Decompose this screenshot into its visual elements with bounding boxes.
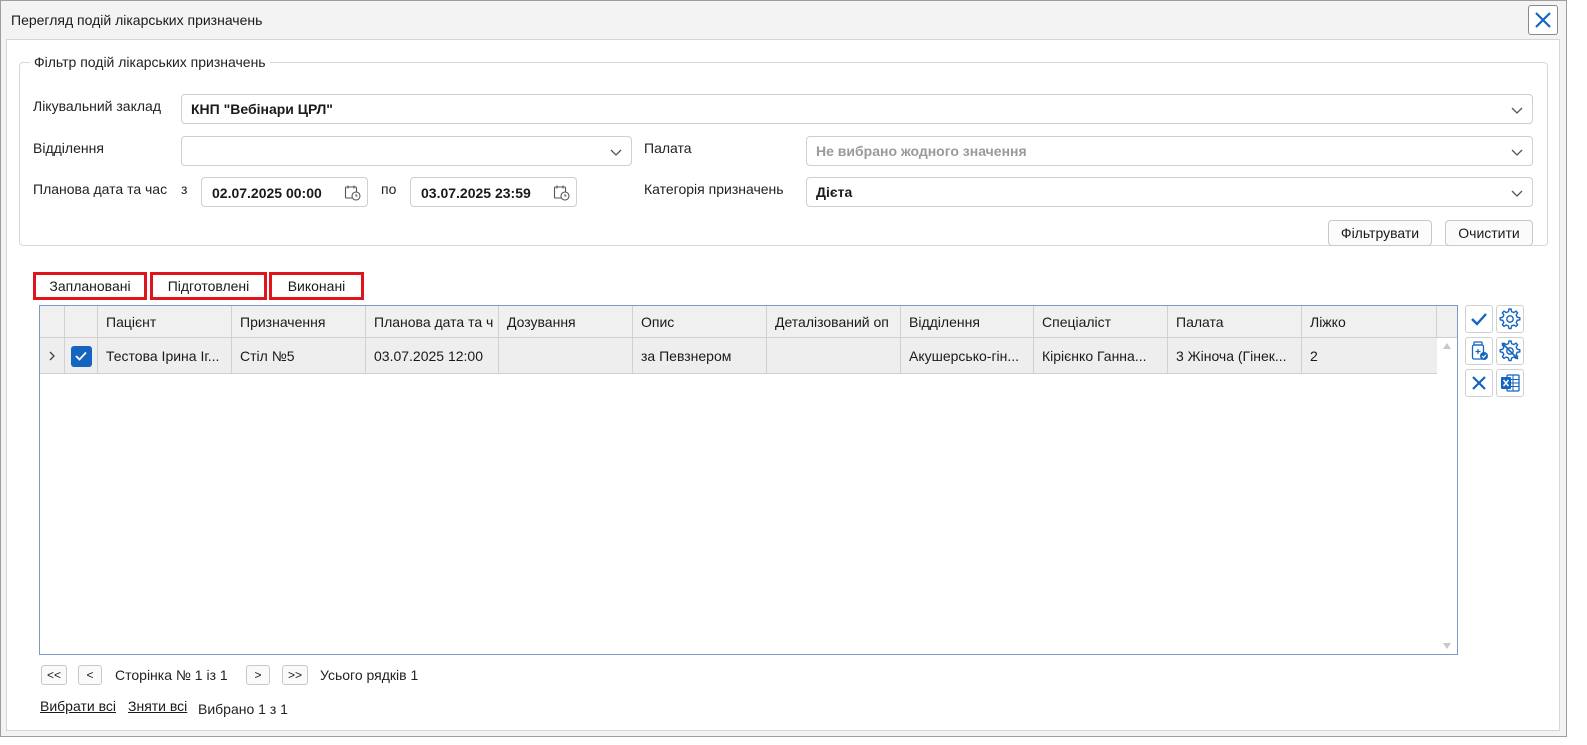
check-column-header <box>65 306 98 338</box>
date-from-input[interactable]: 02.07.2025 00:00 <box>201 177 368 207</box>
dialog-content: Фільтр подій лікарських призначень Лікув… <box>6 39 1560 731</box>
department-label: Відділення <box>33 140 104 156</box>
column-header[interactable]: Палата <box>1168 306 1302 338</box>
ward-label: Палата <box>644 140 692 156</box>
table-cell <box>499 338 633 374</box>
date-to-label: по <box>381 181 397 197</box>
expand-row-toggle[interactable] <box>40 338 65 374</box>
close-icon <box>1535 12 1551 28</box>
table-cell: Стіл №5 <box>232 338 366 374</box>
table-cell: Акушерсько-гін... <box>901 338 1034 374</box>
calendar-clock-icon[interactable] <box>553 184 570 201</box>
column-header[interactable]: Дозування <box>499 306 633 338</box>
scroll-header-spacer <box>1437 306 1457 338</box>
close-button[interactable] <box>1528 5 1558 35</box>
column-header[interactable]: Ліжко <box>1302 306 1437 338</box>
events-grid: Пацієнт Призначення Планова дата та ч До… <box>39 305 1458 655</box>
date-from-label: з <box>181 181 188 197</box>
select-all-link[interactable]: Вибрати всі <box>40 698 116 714</box>
chevron-right-icon <box>49 351 55 361</box>
date-from-value: 02.07.2025 00:00 <box>212 185 322 201</box>
expand-column-header <box>40 306 65 338</box>
title-bar: Перегляд подій лікарських призначень <box>1 1 1566 39</box>
scroll-up-icon[interactable] <box>1442 342 1452 350</box>
filter-group: Фільтр подій лікарських призначень Лікув… <box>19 54 1548 246</box>
tab-planned[interactable]: Заплановані <box>33 272 147 300</box>
column-header[interactable]: Спеціаліст <box>1034 306 1168 338</box>
table-cell: 2 <box>1310 348 1318 364</box>
last-page-button[interactable]: >> <box>282 665 308 685</box>
table-cell: за Певзнером <box>633 338 767 374</box>
chevron-down-icon <box>1511 149 1523 156</box>
medicine-bottle-icon <box>1471 341 1488 360</box>
calendar-clock-icon[interactable] <box>344 184 361 201</box>
prev-page-button[interactable]: < <box>78 665 102 685</box>
checkmark-icon <box>75 351 87 361</box>
category-value: Дієта <box>816 184 853 200</box>
excel-icon <box>1501 374 1520 392</box>
checkmark-icon <box>1471 313 1487 326</box>
row-checkbox-cell <box>65 338 98 374</box>
column-header[interactable]: Планова дата та ч <box>366 306 499 338</box>
vertical-scrollbar[interactable] <box>1437 338 1457 654</box>
table-cell: Тестова Ірина Іг... <box>98 338 232 374</box>
deselect-all-link[interactable]: Зняти всі <box>128 698 187 714</box>
chevron-down-icon <box>1511 190 1523 197</box>
gear-cancel-icon <box>1499 340 1521 362</box>
gear-icon <box>1499 308 1521 330</box>
dialog-window: Перегляд подій лікарських призначень Філ… <box>0 0 1567 737</box>
selected-count-text: Вибрано 1 з 1 <box>198 701 288 717</box>
scroll-down-icon[interactable] <box>1442 642 1452 650</box>
confirm-button[interactable] <box>1465 305 1493 333</box>
total-rows-text: Усього рядків 1 <box>320 667 419 683</box>
facility-label: Лікувальний заклад <box>33 98 161 114</box>
table-cell: Кірієнко Ганна... <box>1034 338 1168 374</box>
export-excel-button[interactable] <box>1496 369 1524 397</box>
table-cell: 03.07.2025 12:00 <box>366 338 499 374</box>
table-row[interactable]: Тестова Ірина Іг... Стіл №5 03.07.2025 1… <box>40 338 1437 374</box>
next-page-button[interactable]: > <box>246 665 270 685</box>
ward-placeholder: Не вибрано жодного значення <box>816 143 1027 159</box>
column-header[interactable]: Відділення <box>901 306 1034 338</box>
ward-select[interactable]: Не вибрано жодного значення <box>806 136 1533 166</box>
grid-header: Пацієнт Призначення Планова дата та ч До… <box>40 306 1457 338</box>
table-cell: 3 Жіноча (Гінек... <box>1168 338 1302 374</box>
first-page-button[interactable]: << <box>41 665 67 685</box>
category-select[interactable]: Дієта <box>806 177 1533 207</box>
clear-button[interactable]: Очистити <box>1445 220 1533 246</box>
facility-value: КНП "Вебінари ЦРЛ" <box>191 101 333 117</box>
tab-prepared[interactable]: Підготовлені <box>150 272 267 300</box>
column-header[interactable]: Пацієнт <box>98 306 232 338</box>
date-to-value: 03.07.2025 23:59 <box>421 185 531 201</box>
tab-completed[interactable]: Виконані <box>269 272 364 300</box>
close-icon <box>1472 376 1486 390</box>
page-indicator: Сторінка № 1 із 1 <box>115 667 228 683</box>
department-select[interactable] <box>181 136 632 166</box>
filter-legend: Фільтр подій лікарських призначень <box>34 54 266 70</box>
chevron-down-icon <box>1511 107 1523 114</box>
date-label: Планова дата та час <box>33 181 168 197</box>
table-cell <box>767 338 901 374</box>
cancel-button[interactable] <box>1465 369 1493 397</box>
row-checkbox[interactable] <box>70 345 92 367</box>
settings-off-button[interactable] <box>1496 337 1524 365</box>
column-header[interactable]: Опис <box>633 306 767 338</box>
column-header[interactable]: Деталізований оп <box>767 306 901 338</box>
facility-select[interactable]: КНП "Вебінари ЦРЛ" <box>181 94 1533 124</box>
category-label: Категорія призначень <box>644 181 784 197</box>
date-to-input[interactable]: 03.07.2025 23:59 <box>410 177 577 207</box>
filter-button[interactable]: Фільтрувати <box>1328 220 1432 246</box>
settings-button[interactable] <box>1496 305 1524 333</box>
column-header[interactable]: Призначення <box>232 306 366 338</box>
medication-button[interactable] <box>1465 337 1493 365</box>
window-title: Перегляд подій лікарських призначень <box>11 12 263 28</box>
chevron-down-icon <box>610 149 622 156</box>
